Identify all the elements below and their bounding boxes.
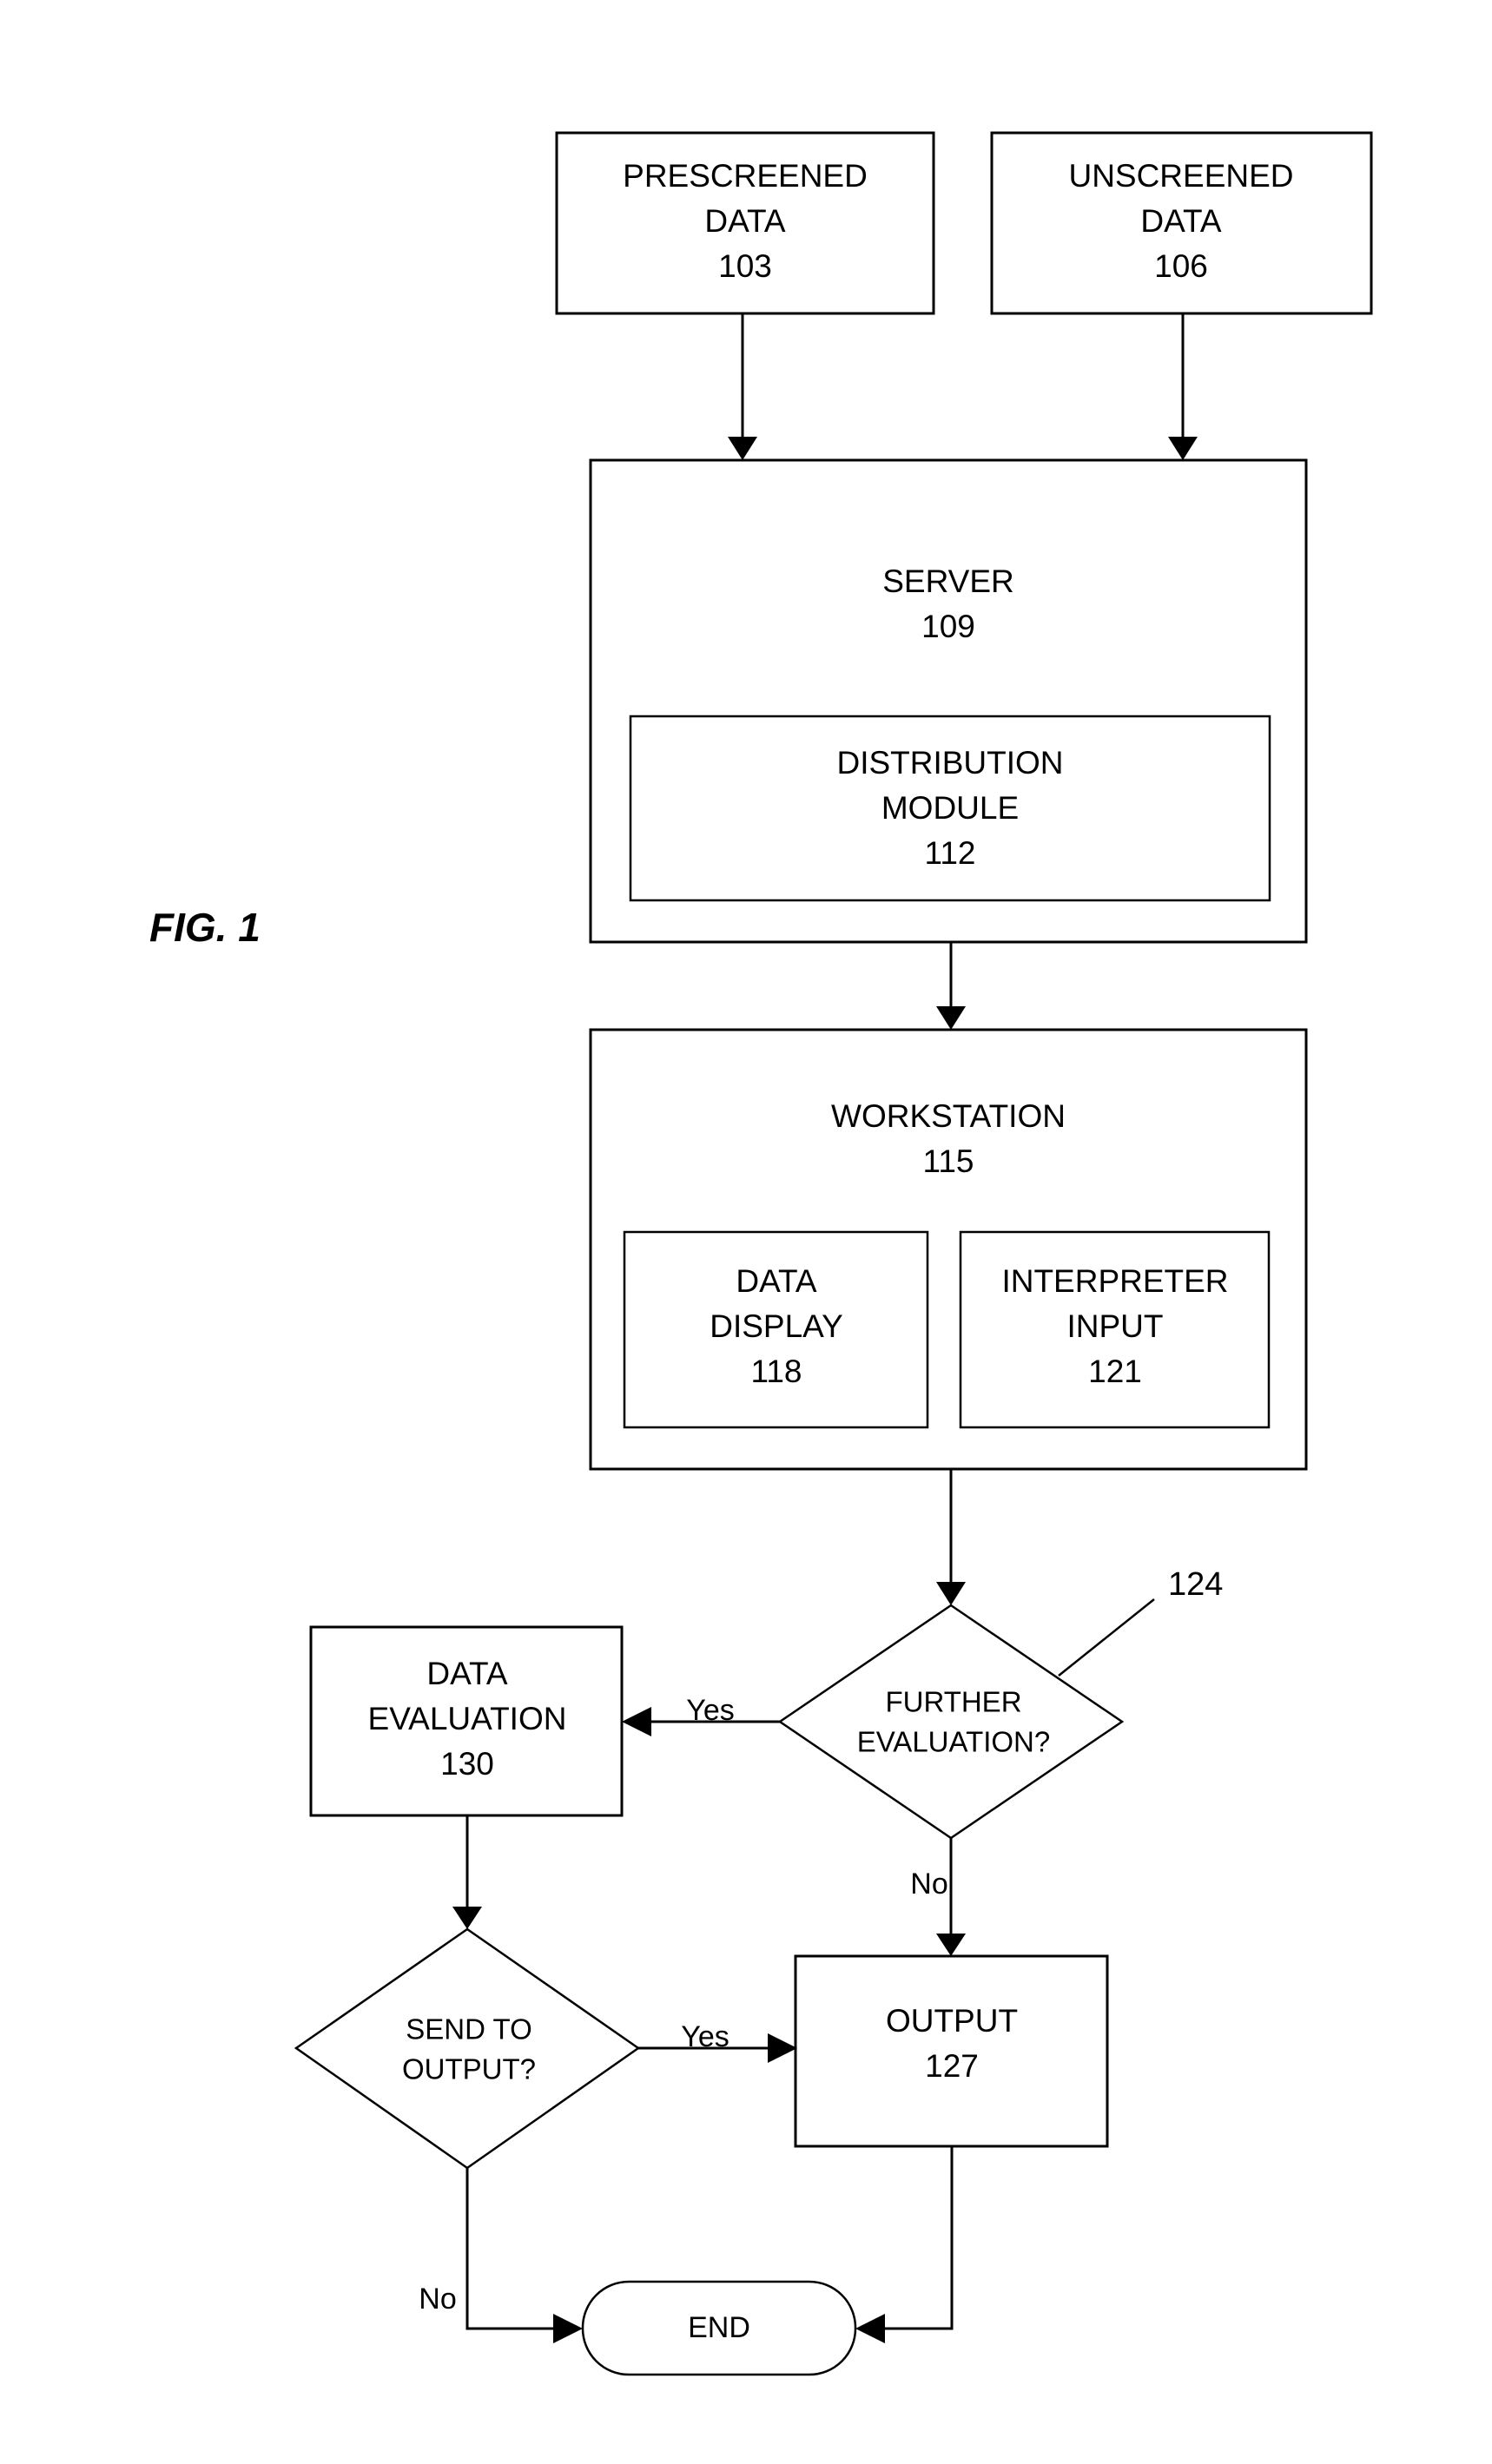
flowchart-diagram: FIG. 1 PRESCREENED DATA 103 UNSCREENED D… bbox=[0, 0, 1492, 2464]
label-further-evaluation-no: No bbox=[910, 1868, 947, 1901]
unscreened-data-line2: DATA bbox=[1140, 203, 1222, 239]
send-to-output-line1: SEND TO bbox=[406, 2013, 532, 2046]
unscreened-data-ref: 106 bbox=[1154, 248, 1208, 284]
prescreened-data-line1: PRESCREENED bbox=[623, 158, 868, 194]
data-display-line2: DISPLAY bbox=[710, 1308, 843, 1344]
unscreened-data-line1: UNSCREENED bbox=[1068, 158, 1293, 194]
data-evaluation-line1: DATA bbox=[426, 1656, 508, 1691]
send-to-output-line2: OUTPUT? bbox=[402, 2053, 536, 2085]
end-label: END bbox=[688, 2311, 750, 2344]
prescreened-data-ref: 103 bbox=[718, 248, 772, 284]
interpreter-input-line2: INPUT bbox=[1067, 1308, 1164, 1344]
interpreter-input-ref: 121 bbox=[1088, 1354, 1142, 1389]
distribution-module-line1: DISTRIBUTION bbox=[836, 745, 1063, 781]
workstation-ref: 115 bbox=[923, 1143, 974, 1179]
figure-caption: FIG. 1 bbox=[149, 905, 261, 950]
data-evaluation-line2: EVALUATION bbox=[368, 1701, 567, 1736]
output-title: OUTPUT bbox=[886, 2003, 1018, 2039]
data-evaluation-ref: 130 bbox=[440, 1746, 494, 1782]
label-further-evaluation-yes: Yes bbox=[686, 1694, 734, 1727]
server-title: SERVER bbox=[882, 563, 1014, 599]
label-send-to-output-no: No bbox=[419, 2283, 456, 2316]
distribution-module-line2: MODULE bbox=[881, 790, 1019, 826]
further-evaluation-line1: FURTHER bbox=[885, 1686, 1021, 1718]
prescreened-data-line2: DATA bbox=[704, 203, 786, 239]
figure-page: FIG. 1 PRESCREENED DATA 103 UNSCREENED D… bbox=[0, 0, 1492, 2464]
server-ref: 109 bbox=[921, 609, 975, 644]
further-evaluation-ref: 124 bbox=[1168, 1566, 1223, 1603]
distribution-module-ref: 112 bbox=[925, 835, 976, 871]
label-send-to-output-yes: Yes bbox=[681, 2020, 729, 2053]
data-display-ref: 118 bbox=[751, 1354, 802, 1389]
interpreter-input-line1: INTERPRETER bbox=[1001, 1263, 1228, 1299]
further-evaluation-line2: EVALUATION? bbox=[857, 1726, 1051, 1758]
data-display-line1: DATA bbox=[736, 1263, 817, 1299]
output-ref: 127 bbox=[925, 2048, 979, 2084]
workstation-title: WORKSTATION bbox=[831, 1098, 1066, 1134]
